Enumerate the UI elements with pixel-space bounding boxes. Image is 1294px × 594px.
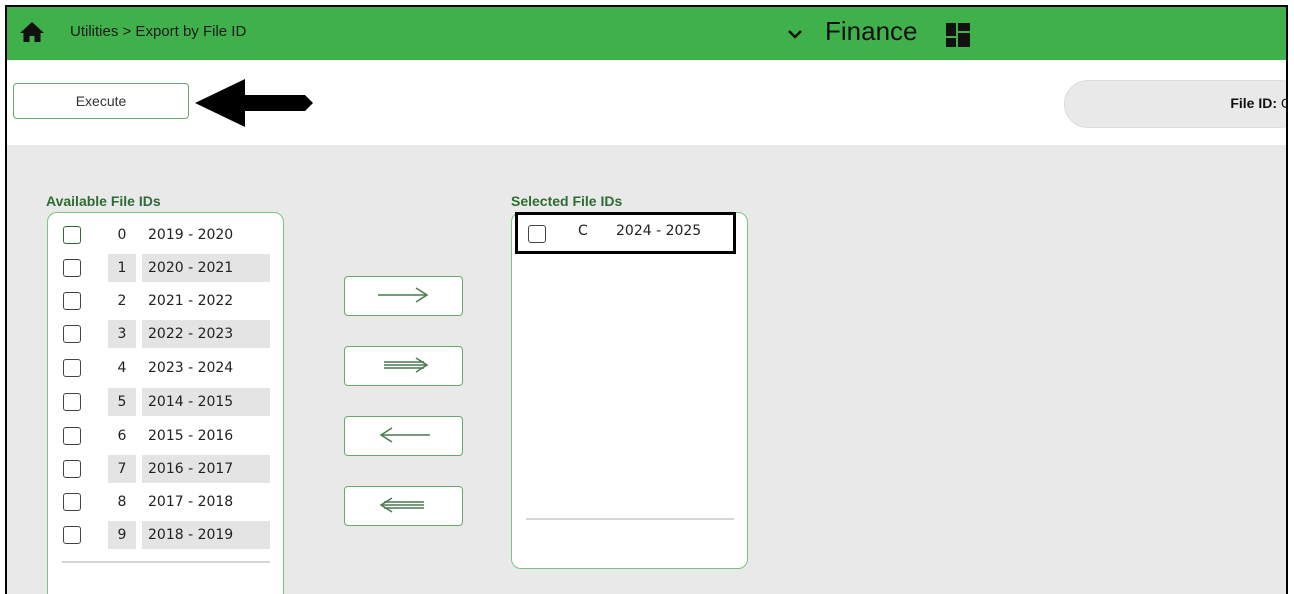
year-range-cell: 2019 - 2020: [148, 227, 234, 243]
move-all-right-button[interactable]: [344, 346, 463, 386]
double-arrow-left-icon: [376, 495, 432, 518]
annotation-arrow-icon: [193, 77, 315, 133]
chevron-down-icon[interactable]: [787, 25, 803, 44]
list-item[interactable]: 0 2019 - 2020: [56, 221, 271, 251]
list-item[interactable]: 2 2021 - 2022: [56, 287, 271, 317]
year-range-cell: 2020 - 2021: [142, 254, 270, 282]
app-frame: Utilities > Export by File ID Finance Ex…: [5, 5, 1288, 594]
list-item[interactable]: 3 2022 - 2023: [56, 320, 271, 350]
move-selected-left-button[interactable]: [344, 416, 463, 456]
checkbox[interactable]: [528, 225, 546, 243]
arrow-right-icon: [376, 285, 432, 308]
file-id-cell: 5: [108, 388, 136, 416]
year-range-cell: 2017 - 2018: [148, 494, 234, 510]
dashboard-grid-icon[interactable]: [945, 22, 971, 52]
year-range-cell: 2015 - 2016: [148, 428, 234, 444]
home-icon[interactable]: [19, 21, 45, 47]
checkbox[interactable]: [63, 526, 81, 544]
list-item[interactable]: 6 2015 - 2016: [56, 422, 271, 452]
checkbox[interactable]: [63, 460, 81, 478]
file-id-cell: 9: [108, 521, 136, 549]
list-divider: [62, 561, 270, 563]
file-id-label: File ID:: [1230, 95, 1277, 111]
checkbox[interactable]: [63, 493, 81, 511]
breadcrumb: Utilities > Export by File ID: [70, 23, 247, 40]
file-id-cell: 6: [117, 428, 127, 444]
checkbox[interactable]: [63, 427, 81, 445]
year-range-cell: 2018 - 2019: [142, 521, 270, 549]
list-item[interactable]: 1 2020 - 2021: [56, 254, 271, 284]
checkbox[interactable]: [63, 325, 81, 343]
move-all-left-button[interactable]: [344, 486, 463, 526]
available-file-ids-list: 0 2019 - 2020 1 2020 - 2021 2 2021 - 202…: [47, 212, 284, 594]
file-id-indicator: File ID: C: [1064, 80, 1286, 128]
file-id-cell: 8: [117, 494, 127, 510]
double-arrow-right-icon: [376, 355, 432, 378]
file-id-cell: 2: [117, 293, 127, 309]
year-range-cell: 2022 - 2023: [142, 320, 270, 348]
year-range-cell: 2014 - 2015: [142, 388, 270, 416]
toolbar: Execute File ID: C: [7, 60, 1286, 145]
checkbox[interactable]: [63, 259, 81, 277]
file-id-cell: 7: [108, 455, 136, 483]
file-id-cell: 1: [108, 254, 136, 282]
year-range-cell: 2023 - 2024: [148, 360, 234, 376]
file-id-cell: 0: [117, 227, 127, 243]
list-item[interactable]: 8 2017 - 2018: [56, 488, 271, 518]
checkbox[interactable]: [63, 393, 81, 411]
file-id-cell: 4: [117, 360, 127, 376]
available-file-ids-label: Available File IDs: [46, 193, 161, 209]
list-item[interactable]: 9 2018 - 2019: [56, 521, 271, 551]
execute-button[interactable]: Execute: [13, 83, 189, 119]
app-title[interactable]: Finance: [825, 16, 918, 47]
selected-file-ids-label: Selected File IDs: [511, 193, 623, 209]
year-range-cell: 2016 - 2017: [142, 455, 270, 483]
checkbox[interactable]: [63, 292, 81, 310]
list-item[interactable]: 7 2016 - 2017: [56, 455, 271, 485]
year-range-cell: 2024 - 2025: [616, 223, 702, 239]
selected-list-item[interactable]: C 2024 - 2025: [515, 212, 736, 254]
list-item[interactable]: 4 2023 - 2024: [56, 354, 271, 384]
arrow-left-icon: [376, 425, 432, 448]
top-bar: Utilities > Export by File ID Finance: [7, 7, 1286, 60]
list-divider: [526, 518, 734, 520]
file-id-cell: 3: [108, 320, 136, 348]
file-id-value: C: [1281, 95, 1286, 111]
file-id-cell: C: [578, 223, 588, 239]
year-range-cell: 2021 - 2022: [148, 293, 234, 309]
selected-file-ids-list: [511, 212, 748, 569]
checkbox[interactable]: [63, 226, 81, 244]
move-selected-right-button[interactable]: [344, 276, 463, 316]
checkbox[interactable]: [63, 359, 81, 377]
list-item[interactable]: 5 2014 - 2015: [56, 388, 271, 418]
